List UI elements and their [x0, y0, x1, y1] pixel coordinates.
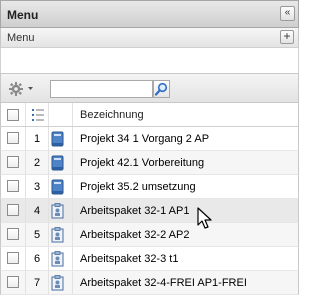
- table-row[interactable]: 6 Arbeitspaket 32-3 t1: [0, 247, 299, 271]
- table-row[interactable]: 1 Projekt 34 1 Vorgang 2 AP: [0, 127, 299, 151]
- row-number: 7: [33, 277, 41, 289]
- panel-title: Menu: [7, 8, 39, 22]
- search-button[interactable]: [153, 80, 170, 98]
- select-all-checkbox[interactable]: [7, 109, 19, 121]
- chevron-down-icon: [28, 87, 33, 90]
- row-label: Projekt 35.2 umsetzung: [80, 181, 196, 193]
- table-row[interactable]: 3 Projekt 35.2 umsetzung: [0, 175, 299, 199]
- table-row[interactable]: 4 Arbeitspaket 32-1 AP1: [0, 199, 299, 223]
- row-label: Arbeitspaket 32-2 AP2: [80, 229, 190, 241]
- row-label: Projekt 34 1 Vorgang 2 AP: [80, 133, 210, 145]
- numbered-list-icon: [32, 109, 44, 121]
- grid-toolbar: [0, 73, 299, 103]
- row-label: Arbeitspaket 32-1 AP1: [80, 205, 190, 217]
- empty-area: [0, 48, 299, 73]
- settings-menu-button[interactable]: [8, 81, 36, 97]
- row-checkbox[interactable]: [7, 228, 19, 240]
- double-chevron-left-icon: «: [284, 7, 291, 18]
- column-header-bezeichnung[interactable]: Bezeichnung: [80, 109, 144, 121]
- table-row[interactable]: 5 Arbeitspaket 32-2 AP2: [0, 223, 299, 247]
- row-checkbox[interactable]: [7, 276, 19, 288]
- row-number: 1: [33, 133, 41, 145]
- row-label: Arbeitspaket 32-4-FREI AP1-FREI: [80, 277, 247, 289]
- row-checkbox[interactable]: [7, 132, 19, 144]
- mouse-pointer-icon: [197, 207, 212, 229]
- table-row[interactable]: 2 Projekt 42.1 Vorbereitung: [0, 151, 299, 175]
- work-package-icon: [51, 227, 64, 243]
- row-number-header[interactable]: [31, 108, 45, 122]
- row-label: Arbeitspaket 32-3 t1: [80, 253, 179, 265]
- magnifier-icon: [154, 82, 168, 96]
- row-checkbox[interactable]: [7, 156, 19, 168]
- table-row[interactable]: 7 Arbeitspaket 32-4-FREI AP1-FREI: [0, 271, 299, 295]
- project-icon: [51, 131, 64, 147]
- work-package-icon: [51, 275, 64, 291]
- search-input[interactable]: [50, 80, 153, 98]
- menu-subheader-label: Menu: [7, 32, 35, 44]
- menu-subheader: Menu +: [0, 28, 299, 48]
- row-number: 2: [33, 157, 41, 169]
- project-icon: [51, 179, 64, 195]
- work-package-icon: [51, 203, 64, 219]
- plus-icon: +: [283, 29, 291, 43]
- row-number: 5: [33, 229, 41, 241]
- row-number: 4: [33, 205, 41, 217]
- grid-header-row: Bezeichnung: [0, 103, 299, 127]
- work-package-icon: [51, 251, 64, 267]
- row-checkbox[interactable]: [7, 204, 19, 216]
- project-icon: [51, 155, 64, 171]
- panel-titlebar: Menu «: [0, 0, 299, 28]
- row-checkbox[interactable]: [7, 180, 19, 192]
- row-label: Projekt 42.1 Vorbereitung: [80, 157, 205, 169]
- grid-body: 1 Projekt 34 1 Vorgang 2 AP 2 Projekt 42…: [0, 127, 299, 295]
- row-number: 6: [33, 253, 41, 265]
- row-checkbox[interactable]: [7, 252, 19, 264]
- add-button[interactable]: +: [280, 30, 294, 44]
- row-number: 3: [33, 181, 41, 193]
- gear-icon: [9, 82, 33, 96]
- collapse-panel-button[interactable]: «: [280, 6, 295, 21]
